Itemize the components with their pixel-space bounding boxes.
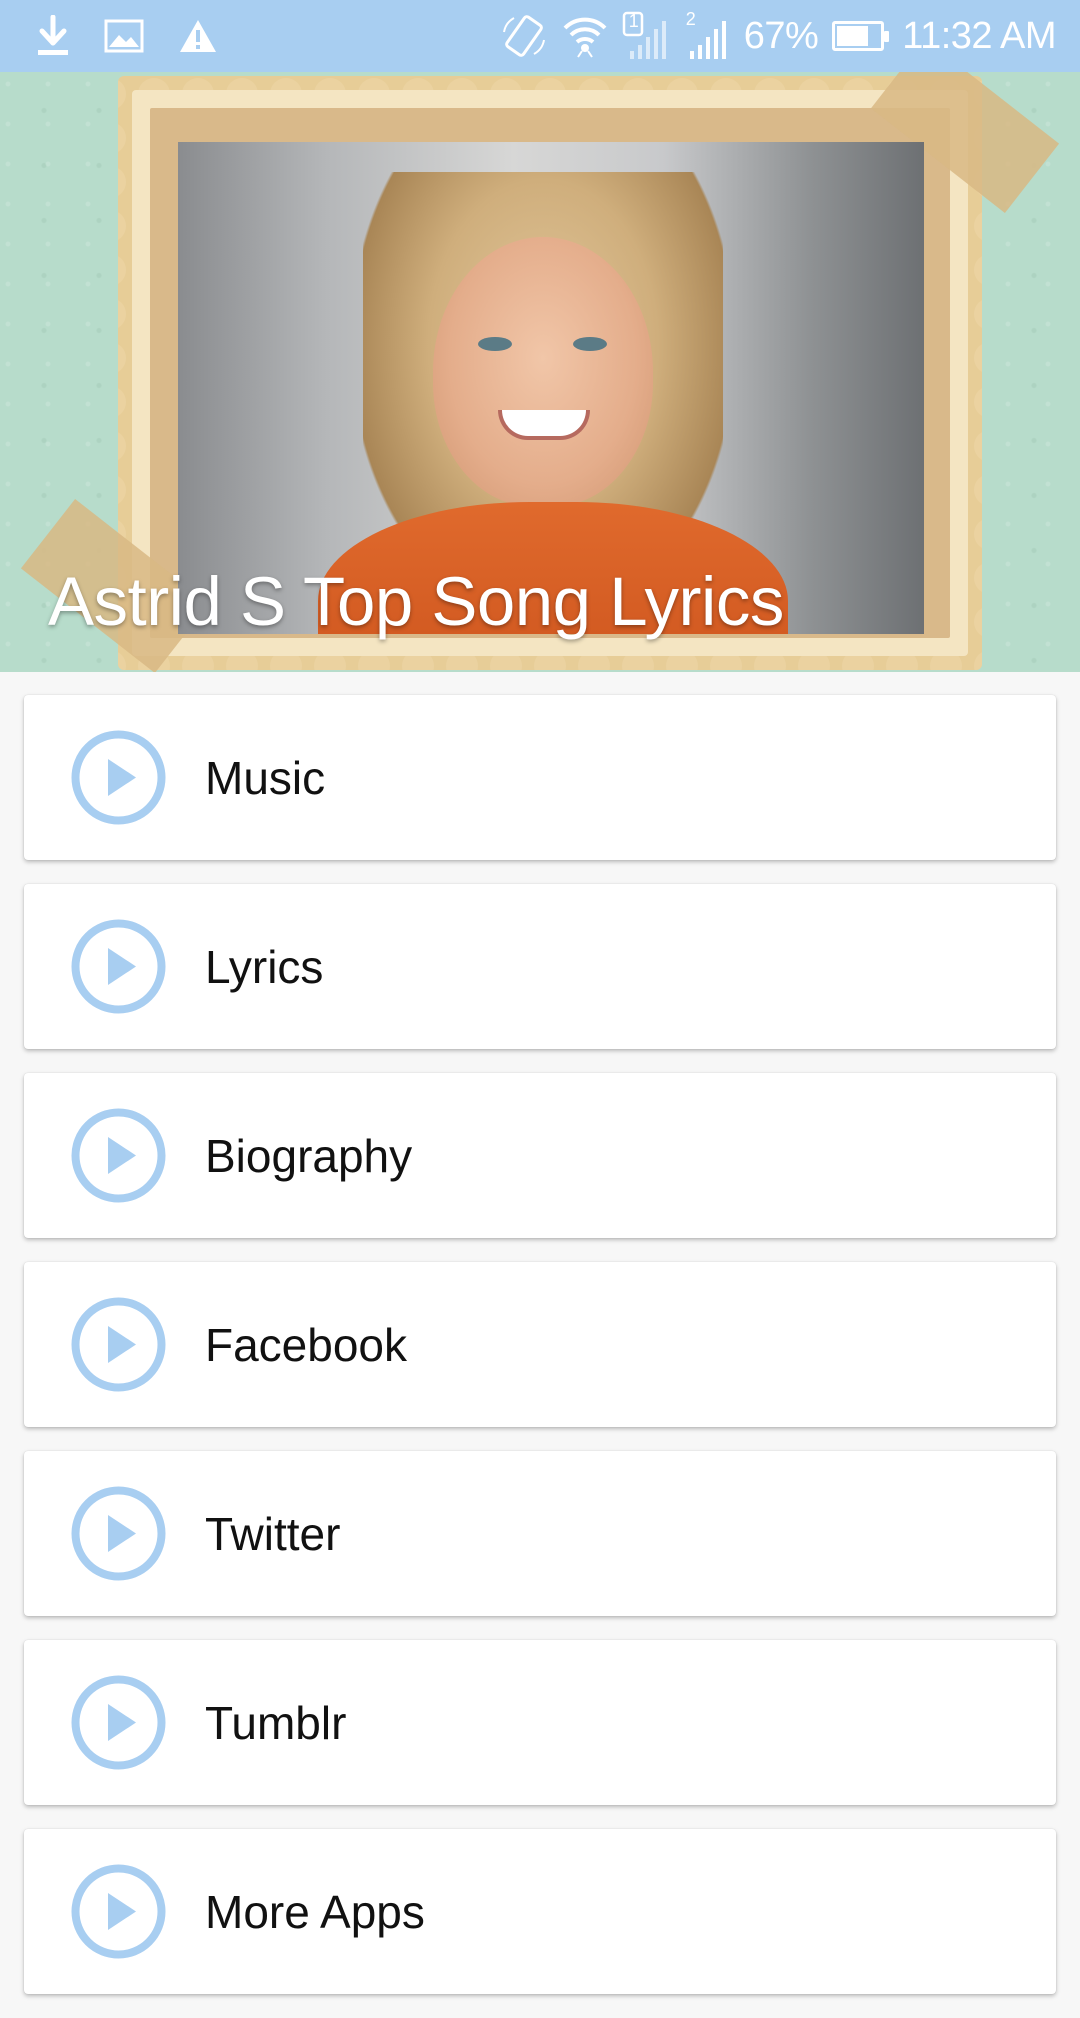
menu-item-facebook[interactable]: Facebook	[24, 1262, 1056, 1427]
battery-percent: 67%	[743, 14, 819, 57]
menu-item-label: Twitter	[205, 1507, 341, 1560]
warning-icon	[178, 18, 218, 54]
image-icon	[104, 19, 144, 53]
menu-item-label: Tumblr	[205, 1696, 347, 1749]
sim1-label: 1	[628, 11, 639, 31]
page-title: Astrid S Top Song Lyrics	[48, 563, 784, 640]
header-banner: Astrid S Top Song Lyrics	[0, 72, 1080, 672]
play-circle-icon	[70, 1296, 167, 1393]
menu-item-biography[interactable]: Biography	[24, 1073, 1056, 1238]
play-circle-icon	[70, 918, 167, 1015]
menu-item-label: Facebook	[205, 1318, 408, 1371]
menu-item-label: Biography	[205, 1129, 413, 1182]
status-bar: 1 2 67% 11:32 AM	[0, 0, 1080, 72]
sim2-label: 2	[685, 9, 696, 29]
clock: 11:32 AM	[902, 14, 1056, 57]
menu-item-tumblr[interactable]: Tumblr	[24, 1640, 1056, 1805]
play-circle-icon	[70, 729, 167, 826]
menu-list: Music Lyrics Biography Facebook Twitter …	[24, 695, 1056, 2018]
play-circle-icon	[70, 1107, 167, 1204]
play-circle-icon	[70, 1485, 167, 1582]
screen-rotate-icon	[500, 12, 548, 60]
menu-item-label: Lyrics	[205, 940, 324, 993]
signal-sim1-icon: 1	[622, 11, 670, 61]
artist-photo	[178, 142, 924, 634]
battery-icon	[832, 21, 890, 51]
menu-item-lyrics[interactable]: Lyrics	[24, 884, 1056, 1049]
play-circle-icon	[70, 1674, 167, 1771]
download-icon	[36, 15, 70, 57]
menu-item-twitter[interactable]: Twitter	[24, 1451, 1056, 1616]
play-circle-icon	[70, 1863, 167, 1960]
menu-item-label: More Apps	[205, 1885, 425, 1938]
battery-level	[837, 26, 869, 46]
menu-item-music[interactable]: Music	[24, 695, 1056, 860]
menu-item-label: Music	[205, 751, 326, 804]
signal-sim2-icon: 2	[684, 9, 730, 61]
menu-item-more-apps[interactable]: More Apps	[24, 1829, 1056, 1994]
wifi-icon	[562, 13, 608, 59]
